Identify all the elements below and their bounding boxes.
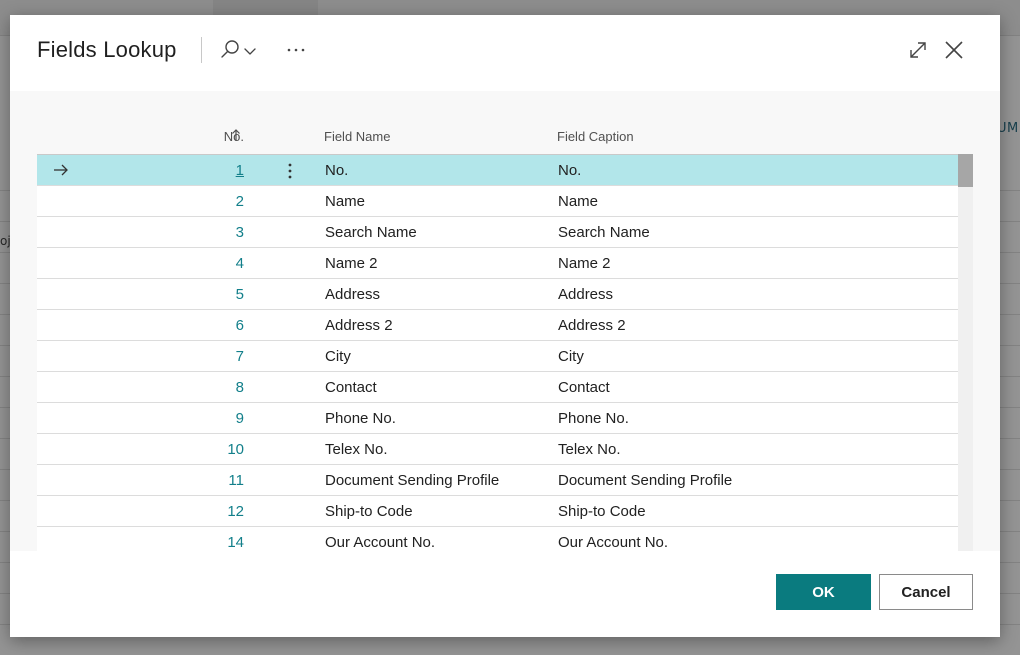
row-field-caption: Address: [558, 286, 614, 303]
dialog-title: Fields Lookup: [37, 37, 177, 62]
row-number-link[interactable]: 2: [197, 193, 244, 210]
row-field-name: Name: [325, 193, 366, 210]
current-row-arrow-icon: [54, 164, 68, 176]
row-number-link[interactable]: 4: [197, 255, 244, 272]
row-field-name: Our Account No.: [325, 534, 436, 551]
row-field-name: Address 2: [325, 317, 393, 334]
cancel-button[interactable]: Cancel: [879, 574, 973, 610]
table-row[interactable]: 5 Address Address: [37, 279, 958, 310]
row-field-name: No.: [325, 162, 349, 179]
row-field-name: Telex No.: [325, 441, 388, 458]
column-header-field-name[interactable]: Field Name: [324, 129, 390, 144]
fields-lookup-dialog: Fields Lookup No. Field Name Field Capti…: [10, 15, 1000, 637]
row-field-caption: Name: [558, 193, 599, 210]
chevron-down-icon: [244, 48, 256, 55]
row-number-link[interactable]: 6: [197, 317, 244, 334]
table-row[interactable]: 14 Our Account No. Our Account No.: [37, 527, 958, 551]
close-button[interactable]: [943, 39, 965, 61]
close-icon: [945, 41, 963, 59]
row-number-link[interactable]: 8: [197, 379, 244, 396]
ok-button[interactable]: OK: [776, 574, 871, 610]
sort-ascending-icon: [232, 129, 240, 141]
row-number-link[interactable]: 10: [197, 441, 244, 458]
row-field-name: Name 2: [325, 255, 378, 272]
row-field-caption: No.: [558, 162, 582, 179]
row-field-caption: Search Name: [558, 224, 650, 241]
row-field-caption: Name 2: [558, 255, 611, 272]
row-field-name: City: [325, 348, 351, 365]
row-number-link[interactable]: 5: [197, 286, 244, 303]
row-field-name: Address: [325, 286, 381, 303]
table-row[interactable]: 8 Contact Contact: [37, 372, 958, 403]
table-row[interactable]: 12 Ship-to Code Ship-to Code: [37, 496, 958, 527]
row-number-link[interactable]: 11: [197, 472, 244, 489]
expand-button[interactable]: [907, 39, 929, 61]
row-number-link[interactable]: 3: [197, 224, 244, 241]
scrollbar-thumb[interactable]: [958, 154, 973, 187]
column-header-field-caption[interactable]: Field Caption: [557, 129, 634, 144]
table-row[interactable]: 11 Document Sending Profile Document Sendi…: [37, 465, 958, 496]
row-number-link[interactable]: 12: [197, 503, 244, 520]
dialog-footer: OK Cancel: [10, 551, 1000, 637]
table-rows: 1 No. No. 2 Name Name 3 Search Name Search Name 4…: [37, 154, 958, 551]
table-row[interactable]: 6 Address 2 Address 2: [37, 310, 958, 341]
more-options-button[interactable]: [283, 37, 309, 63]
table-row[interactable]: 3 Search Name Search Name: [37, 217, 958, 248]
row-field-caption: Address 2: [558, 317, 626, 334]
row-field-caption: Our Account No.: [558, 534, 669, 551]
table-row[interactable]: 1 No. No.: [37, 155, 958, 186]
row-field-caption: Phone No.: [558, 410, 629, 427]
table-row[interactable]: 2 Name Name: [37, 186, 958, 217]
row-field-caption: Document Sending Profile: [558, 472, 733, 489]
vertical-scrollbar[interactable]: [958, 154, 973, 551]
table-row[interactable]: 10 Telex No. Telex No.: [37, 434, 958, 465]
row-number-link[interactable]: 14: [197, 534, 244, 551]
search-button[interactable]: [215, 37, 263, 63]
search-icon: [221, 40, 256, 58]
table-row[interactable]: 9 Phone No. Phone No.: [37, 403, 958, 434]
row-field-caption: Ship-to Code: [558, 503, 646, 520]
row-actions-icon[interactable]: [284, 161, 296, 181]
fields-grid: No. Field Name Field Caption 1 No. No. 2 Nam…: [37, 91, 973, 551]
row-field-name: Document Sending Profile: [325, 472, 500, 489]
row-field-caption: Contact: [558, 379, 610, 396]
row-field-caption: Telex No.: [558, 441, 621, 458]
expand-icon: [910, 42, 926, 58]
more-options-icon: [287, 48, 305, 52]
row-field-name: Contact: [325, 379, 377, 396]
row-field-name: Search Name: [325, 224, 417, 241]
dialog-header: Fields Lookup: [10, 15, 1000, 91]
row-field-name: Ship-to Code: [325, 503, 413, 520]
header-divider: [201, 37, 202, 63]
row-number-link[interactable]: 7: [197, 348, 244, 365]
row-number-link[interactable]: 9: [197, 410, 244, 427]
table-row[interactable]: 7 City City: [37, 341, 958, 372]
row-field-caption: City: [558, 348, 584, 365]
row-field-name: Phone No.: [325, 410, 396, 427]
dialog-body: No. Field Name Field Caption 1 No. No. 2 Nam…: [10, 91, 1000, 551]
table-row[interactable]: 4 Name 2 Name 2: [37, 248, 958, 279]
row-number-link[interactable]: 1: [197, 162, 244, 179]
